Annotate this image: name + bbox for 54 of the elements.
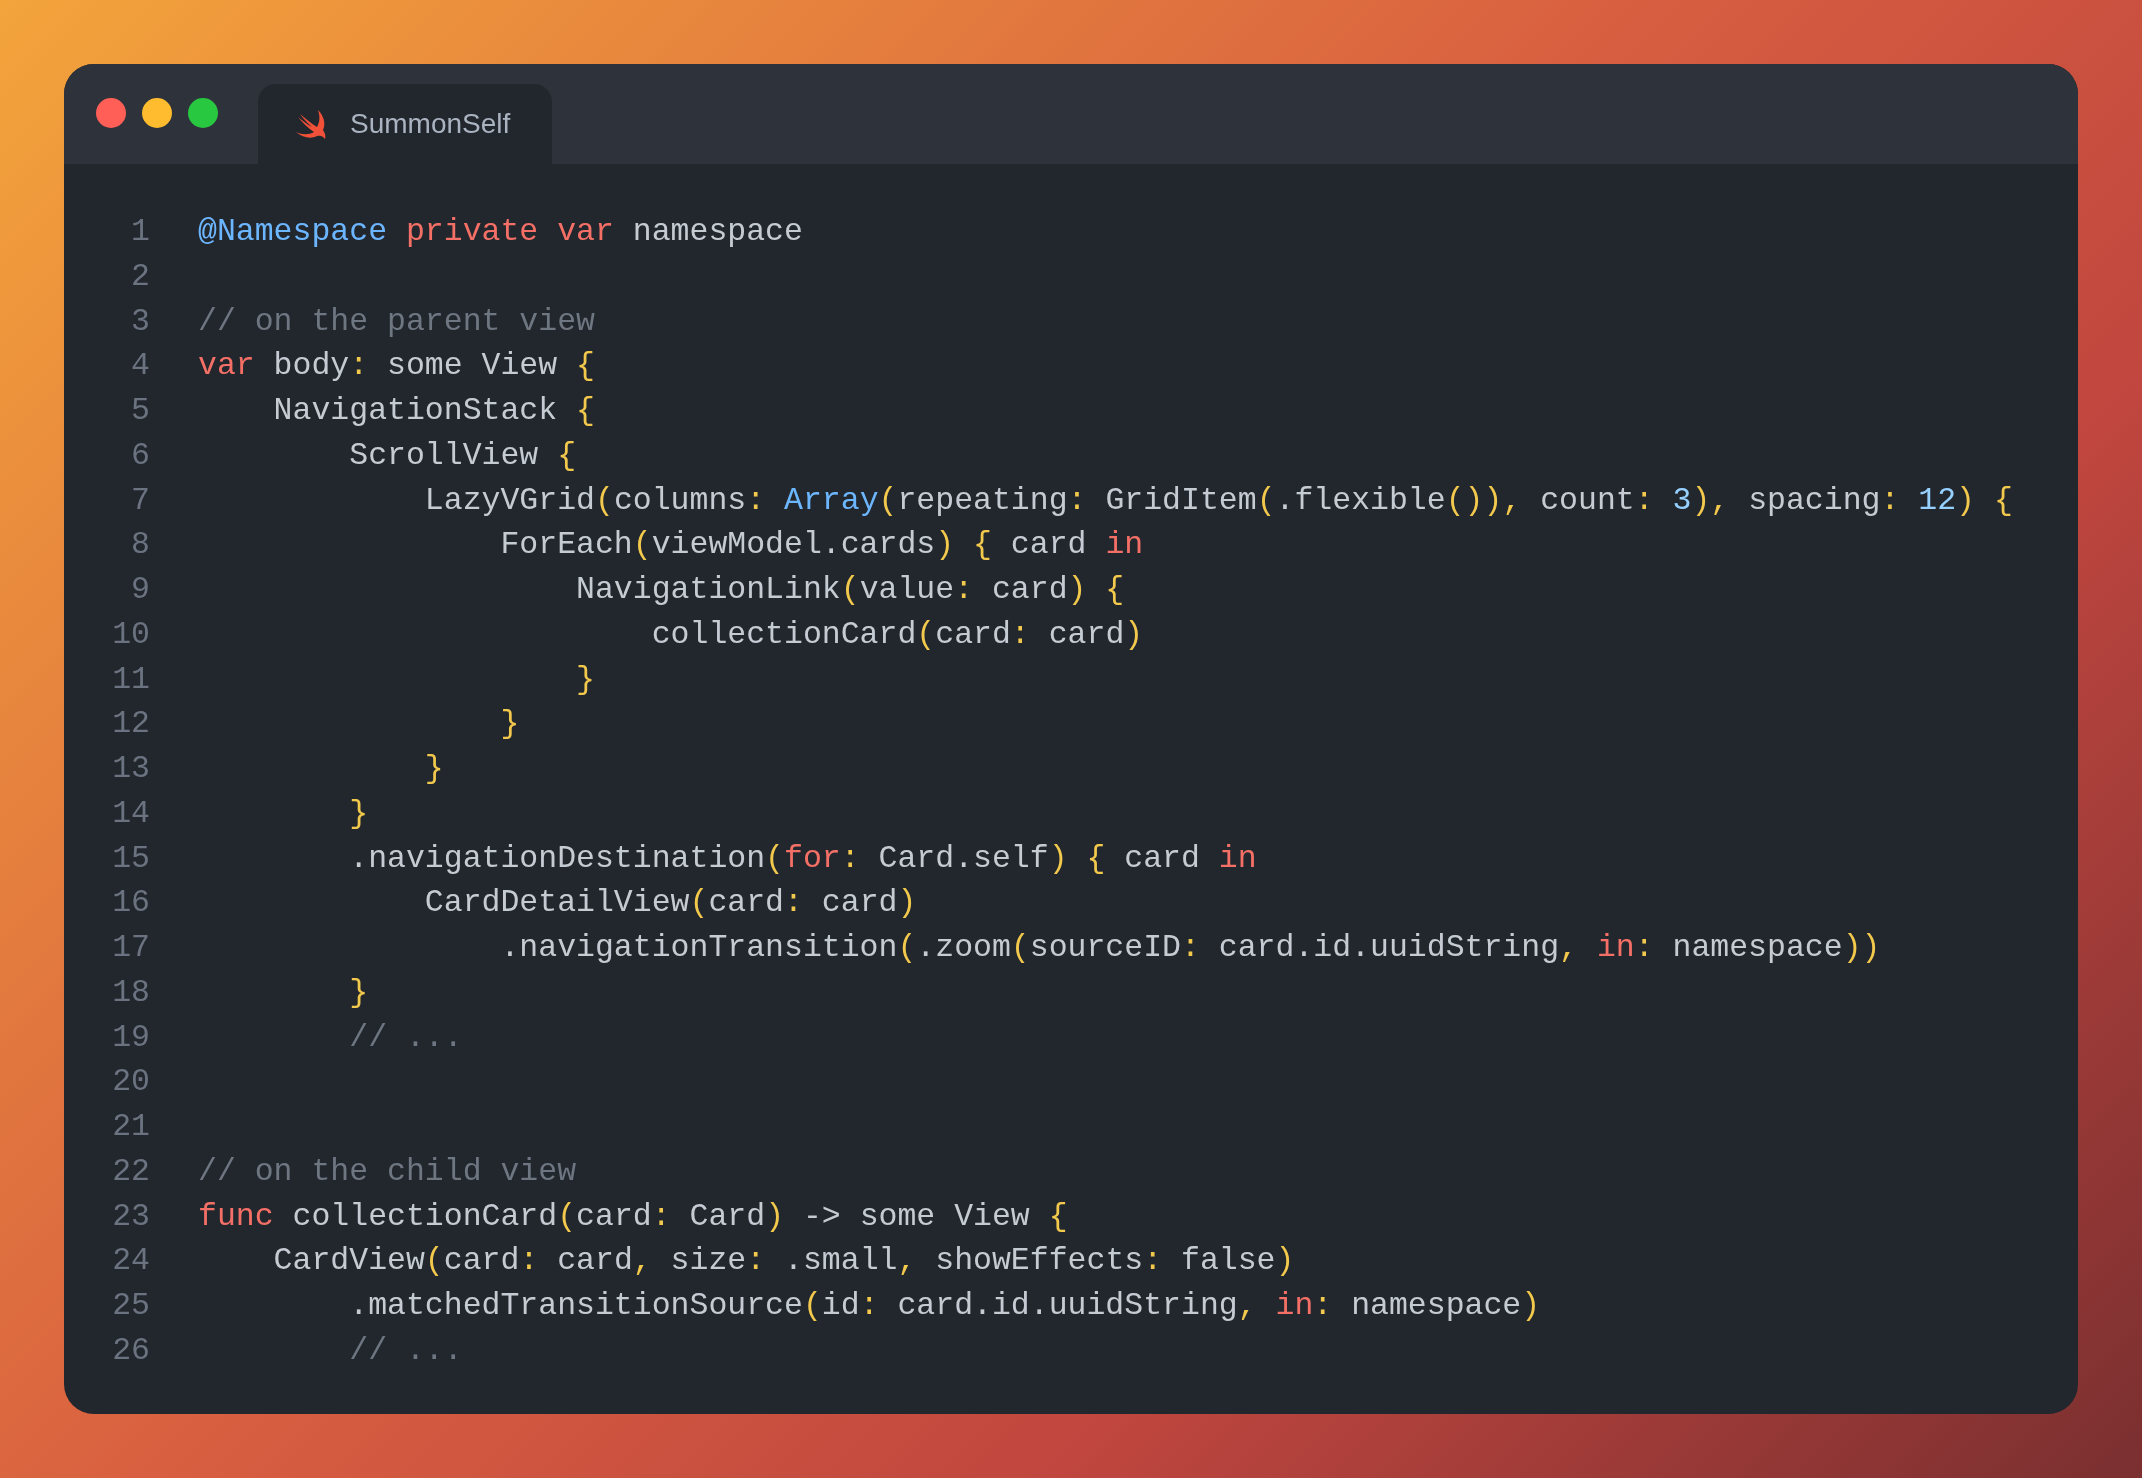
line-number: 26 <box>111 1331 150 1370</box>
file-tab[interactable]: SummonSelf <box>258 84 552 164</box>
line-number: 5 <box>130 392 150 430</box>
window-button[interactable] <box>142 98 172 128</box>
code-line: .navigationTransition(.zoom(sourceID: card.id.uuidString, in: namespace)) <box>499 929 1881 967</box>
line-number: 11 <box>111 660 150 699</box>
line-number: 1 <box>130 213 150 251</box>
code-line: // ... <box>348 1018 463 1057</box>
code-line: var body: some View { <box>198 347 595 386</box>
line-number: 14 <box>111 794 150 833</box>
line-number: 24 <box>111 1242 150 1281</box>
code-line: .matchedTransitionSource(id: card.id.uuidString, in: namespace) <box>348 1287 1541 1325</box>
line-number: 23 <box>111 1197 150 1236</box>
line-number: 22 <box>111 1152 150 1191</box>
code-line: collectionCard(card: card) <box>650 615 1144 654</box>
code-line: ForEach(viewModel.cards) { card in <box>499 526 1144 565</box>
line-number: 19 <box>111 1018 150 1057</box>
code-line: @Namespace private var namespace <box>198 213 803 251</box>
code-line: } <box>423 750 444 788</box>
code-line: // on the parent view <box>198 302 595 341</box>
code-line: ScrollView { <box>348 436 577 475</box>
code-line: .navigationDestination(for: Card.self) { card in <box>348 839 1257 878</box>
code-line: } <box>348 973 369 1012</box>
line-number: 13 <box>111 750 150 788</box>
code-line: LazyVGrid(columns: Array(repeating: GridItem(.flexible()), count: 3), spacing: 12) { <box>423 481 2013 520</box>
line-number: 4 <box>130 347 150 386</box>
code-line: NavigationLink(value: card) { <box>575 571 1125 609</box>
line-number: 9 <box>130 571 150 609</box>
line-number: 18 <box>111 973 150 1012</box>
line-number: 8 <box>130 526 150 565</box>
code-line: } <box>499 705 520 744</box>
code-line: // on the child view <box>198 1152 577 1191</box>
window-button[interactable] <box>188 98 218 128</box>
line-number: 6 <box>130 436 150 475</box>
line-number: 25 <box>111 1287 150 1325</box>
line-number: 7 <box>130 481 150 520</box>
line-number: 16 <box>111 884 150 923</box>
code-line: } <box>348 794 369 833</box>
tab-title: SummonSelf <box>350 107 511 141</box>
line-number: 20 <box>111 1063 150 1102</box>
code-line: CardDetailView(card: card) <box>423 884 917 923</box>
line-number: 17 <box>111 929 150 967</box>
code-line: func collectionCard(card: Card) -> some View { <box>198 1197 1068 1236</box>
line-number: 15 <box>111 839 150 878</box>
line-number: 12 <box>111 705 150 744</box>
window-button[interactable] <box>96 98 126 128</box>
line-number: 10 <box>111 615 150 654</box>
code-line: CardView(card: card, size: .small, showEffects: false) <box>272 1242 1295 1281</box>
code-line: // ... <box>348 1331 463 1370</box>
line-number: 2 <box>130 257 150 296</box>
line-number: 3 <box>130 302 150 341</box>
code-line: } <box>575 660 595 699</box>
line-number: 21 <box>111 1108 150 1146</box>
code-line: NavigationStack { <box>272 392 595 430</box>
